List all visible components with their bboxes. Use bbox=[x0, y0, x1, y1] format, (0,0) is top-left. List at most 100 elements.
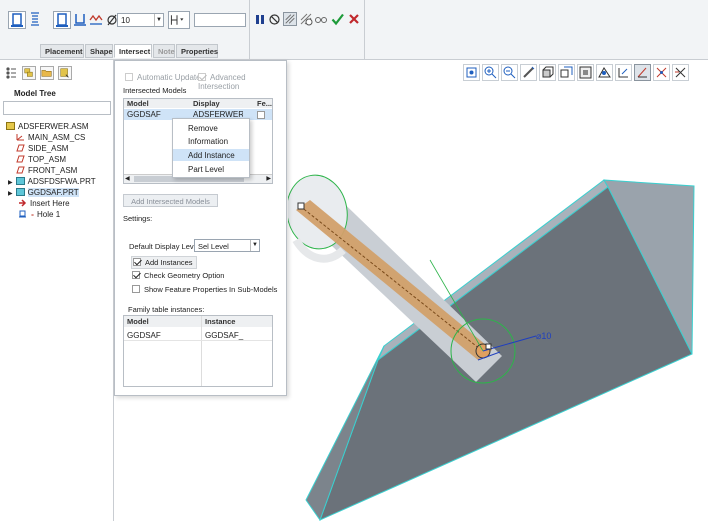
part-icon bbox=[15, 177, 25, 185]
diameter-dimension[interactable]: ⌀10 bbox=[536, 331, 551, 342]
zoom-out-icon[interactable] bbox=[501, 64, 518, 81]
check-geometry-option[interactable]: Check Geometry Option bbox=[132, 271, 224, 280]
expand-arrow-icon[interactable]: ▶ bbox=[8, 180, 13, 186]
menu-item-part-level[interactable]: Part Level bbox=[173, 163, 249, 175]
display-level-label: Default Display Level bbox=[129, 242, 200, 251]
row-feature-checkbox[interactable] bbox=[257, 111, 265, 119]
confirm-icon[interactable] bbox=[331, 12, 344, 26]
tree-item-label: FRONT_ASM bbox=[28, 166, 78, 175]
tree-item-label: MAIN_ASM_CS bbox=[28, 133, 86, 142]
tab-intersect[interactable]: Intersect bbox=[114, 44, 152, 58]
tab-placement[interactable]: Placement bbox=[40, 44, 84, 58]
display-style-icon[interactable] bbox=[539, 64, 556, 81]
layer-tree-icon[interactable] bbox=[22, 66, 36, 80]
graphics-viewport[interactable]: ⌀10 bbox=[286, 60, 708, 522]
menu-item-add-instance[interactable]: Add Instance bbox=[173, 149, 249, 161]
tree-item-part2[interactable]: ▶ GGDSAF.PRT bbox=[8, 188, 79, 199]
add-instances-option[interactable]: Add Instances bbox=[131, 256, 197, 269]
menu-item-remove[interactable]: Remove bbox=[173, 122, 249, 134]
refit-icon[interactable] bbox=[463, 64, 480, 81]
tree-item-part1[interactable]: ▶ ADSFDSFWA.PRT bbox=[8, 177, 96, 188]
tab-note[interactable]: Note bbox=[153, 44, 175, 58]
favorites-icon[interactable] bbox=[58, 66, 72, 80]
intersected-models-label: Intersected Models bbox=[123, 86, 187, 95]
hole-counterbore-icon[interactable] bbox=[88, 11, 106, 29]
cancel-icon[interactable] bbox=[348, 13, 360, 25]
scroll-left-icon[interactable]: ◀ bbox=[125, 175, 130, 182]
add-instances-checkbox[interactable] bbox=[133, 258, 141, 266]
insert-arrow-icon bbox=[18, 199, 27, 207]
column-instance: Instance bbox=[205, 317, 236, 326]
stop-icon[interactable] bbox=[268, 13, 281, 26]
spin-center-icon[interactable] bbox=[653, 64, 670, 81]
preview-icon[interactable] bbox=[283, 12, 297, 26]
zoom-in-icon[interactable] bbox=[482, 64, 499, 81]
csys-icon bbox=[16, 133, 25, 141]
tree-search-input[interactable] bbox=[3, 101, 111, 115]
hole-sketched-icon[interactable] bbox=[27, 11, 45, 29]
tree-item-front[interactable]: FRONT_ASM bbox=[16, 166, 77, 177]
show-properties-option[interactable]: Show Feature Properties In Sub-Models bbox=[132, 285, 277, 294]
automatic-update-option[interactable]: Automatic Update bbox=[125, 73, 201, 82]
display-level-select[interactable]: Sel Level ▼ bbox=[194, 239, 260, 252]
toolbar-divider bbox=[364, 0, 365, 60]
display-level-value: Sel Level bbox=[198, 242, 229, 251]
menu-item-information[interactable]: Information bbox=[173, 135, 249, 147]
tree-item-asm[interactable]: ADSFERWER.ASM bbox=[6, 122, 89, 133]
verify-icon[interactable] bbox=[299, 12, 313, 26]
add-intersected-models-button[interactable]: Add Intersected Models bbox=[123, 194, 218, 207]
chevron-down-icon[interactable]: ▼ bbox=[250, 240, 259, 251]
datum-plane-icon bbox=[16, 144, 25, 152]
tab-shape[interactable]: Shape bbox=[85, 44, 113, 58]
diameter-input[interactable]: 10 ▼ bbox=[117, 13, 164, 27]
datum-plane-icon bbox=[16, 155, 25, 163]
hole-straight-icon[interactable] bbox=[8, 11, 26, 29]
column-feature: Fe... bbox=[257, 99, 272, 108]
view-manager-icon[interactable] bbox=[577, 64, 594, 81]
datum-planes-icon[interactable] bbox=[672, 64, 689, 81]
repaint-icon[interactable] bbox=[520, 64, 537, 81]
pause-icon[interactable] bbox=[254, 13, 266, 26]
tab-properties[interactable]: Properties bbox=[176, 44, 218, 58]
column-model: Model bbox=[127, 99, 149, 108]
hole-standard-icon[interactable] bbox=[53, 11, 71, 29]
assembly-icon bbox=[6, 122, 15, 130]
datum-plane-icon bbox=[16, 166, 25, 174]
glasses-icon[interactable] bbox=[314, 13, 328, 25]
depth-option-icon[interactable] bbox=[168, 11, 190, 29]
add-instances-label: Add Instances bbox=[145, 258, 193, 267]
tree-item-label: ADSFDSFWA.PRT bbox=[27, 177, 96, 186]
tree-item-label: GGDSAF.PRT bbox=[27, 188, 79, 197]
annotation-icon[interactable] bbox=[634, 64, 651, 81]
tree-item-side[interactable]: SIDE_ASM bbox=[16, 144, 68, 155]
family-table: Model Instance GGDSAF GGDSAF_ bbox=[123, 315, 273, 387]
expand-arrow-icon[interactable]: ▶ bbox=[8, 191, 13, 197]
datum-display-icon[interactable] bbox=[615, 64, 632, 81]
new-feature-icon: ⚬ bbox=[30, 213, 36, 219]
show-properties-label: Show Feature Properties In Sub-Models bbox=[144, 285, 278, 294]
automatic-update-checkbox[interactable] bbox=[125, 73, 133, 81]
tree-item-hole[interactable]: ⚬ Hole 1 bbox=[18, 210, 60, 221]
scroll-right-icon[interactable]: ▶ bbox=[266, 175, 271, 182]
chevron-down-icon[interactable]: ▼ bbox=[154, 14, 163, 26]
settings-label: Settings: bbox=[123, 214, 153, 223]
tree-item-insert[interactable]: Insert Here bbox=[18, 199, 70, 210]
check-geometry-checkbox[interactable] bbox=[132, 271, 140, 279]
hole-dashboard: 10 ▼ Placement Shape Intersect Note Prop… bbox=[0, 0, 708, 60]
tree-settings-icon[interactable] bbox=[4, 66, 18, 80]
table-row[interactable]: GGDSAF GGDSAF_ bbox=[124, 330, 272, 341]
model-tree-title: Model Tree bbox=[14, 89, 56, 98]
depth-input[interactable] bbox=[194, 13, 246, 27]
advanced-intersection-checkbox[interactable] bbox=[198, 73, 206, 81]
show-properties-checkbox[interactable] bbox=[132, 285, 140, 293]
tree-item-top[interactable]: TOP_ASM bbox=[16, 155, 66, 166]
column-model: Model bbox=[127, 317, 149, 326]
folder-icon[interactable] bbox=[40, 66, 54, 80]
tree-item-csys[interactable]: MAIN_ASM_CS bbox=[16, 133, 85, 144]
row-instance: GGDSAF_ bbox=[205, 331, 244, 340]
tree-item-label: ADSFERWER.ASM bbox=[18, 122, 89, 131]
advanced-intersection-option[interactable]: Advanced Intersection bbox=[198, 73, 286, 91]
perspective-icon[interactable] bbox=[596, 64, 613, 81]
row-model: GGDSAF bbox=[127, 331, 161, 340]
saved-views-icon[interactable] bbox=[558, 64, 575, 81]
